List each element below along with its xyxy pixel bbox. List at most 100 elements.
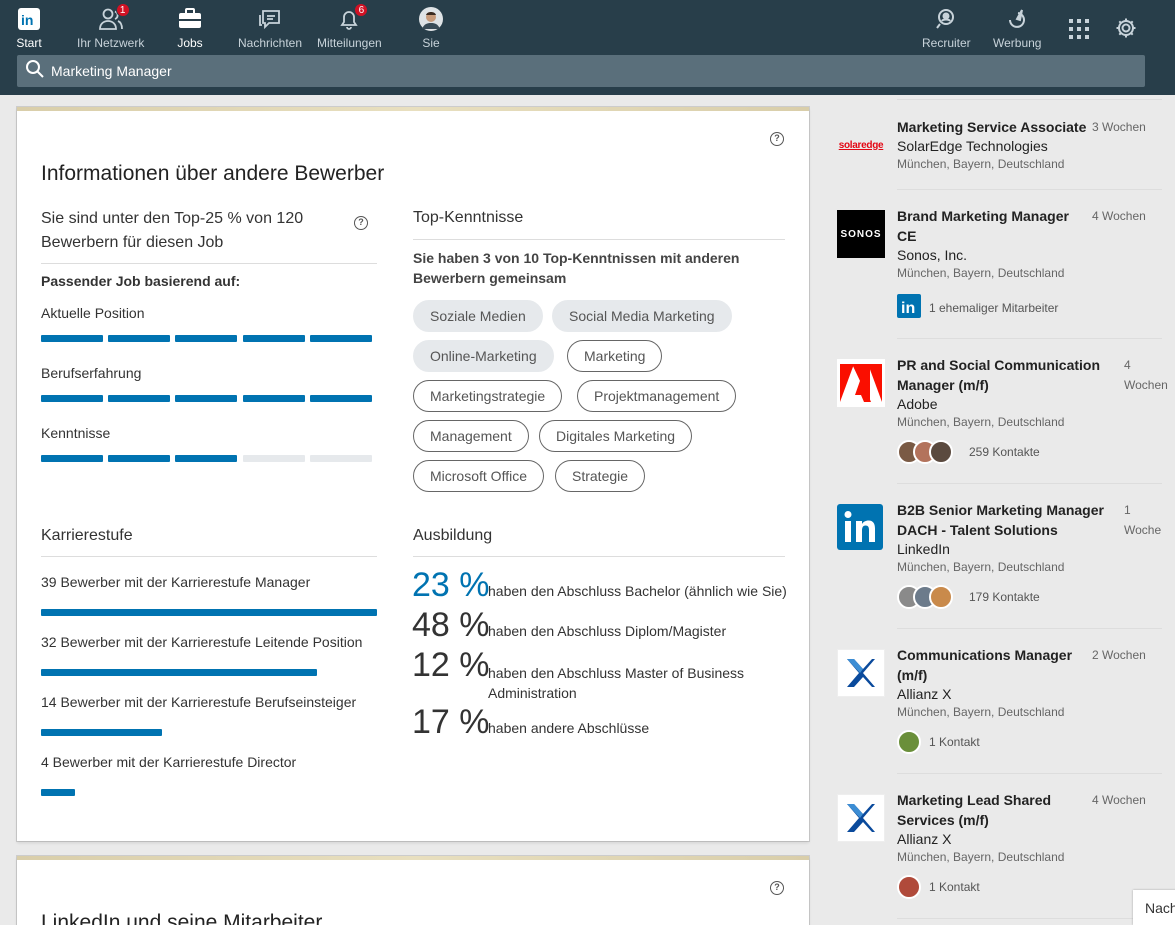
career-label-manager: 39 Bewerber mit der Karrierestufe Manage… (41, 574, 311, 590)
linkedin-logo-icon: in (16, 6, 42, 32)
svg-text:in: in (21, 12, 33, 28)
nav-me-label: Sie (422, 36, 440, 50)
skill-pill[interactable]: Microsoft Office (413, 460, 544, 492)
divider (413, 239, 785, 240)
match-label-skills: Kenntnisse (41, 425, 111, 441)
search-icon (25, 59, 45, 84)
nav-jobs[interactable]: Jobs (177, 6, 203, 50)
match-meter-segment (41, 335, 103, 342)
job-connection-text: 179 Kontakte (969, 590, 1040, 604)
career-label-entry: 14 Bewerber mit der Karrierestufe Berufs… (41, 694, 357, 710)
education-label-other: haben andere Abschlüsse (488, 720, 650, 736)
nav-network[interactable]: 1 Ihr Netzwerk (77, 3, 145, 50)
grid-icon (1066, 16, 1092, 42)
skill-pill[interactable]: Strategie (555, 460, 646, 492)
nav-advertising[interactable]: Werbung (993, 6, 1041, 50)
skill-pill[interactable]: Projektmanagement (577, 380, 737, 412)
nav-me[interactable]: Sie (418, 6, 444, 50)
match-meter-segment (175, 395, 238, 402)
match-meter-segment (242, 335, 305, 342)
match-label-position: Aktuelle Position (41, 305, 145, 321)
help-icon[interactable]: ? (770, 132, 784, 146)
sonos-logo: SONOS (837, 210, 885, 258)
rank-help-icon[interactable]: ? (354, 216, 368, 230)
career-label-senior: 32 Bewerber mit der Karrierestufe Leiten… (41, 634, 363, 650)
avatar (897, 730, 921, 754)
sonos-logo-text: SONOS (840, 228, 882, 240)
card-premium-accent (17, 856, 809, 860)
job-card[interactable]: SONOS Brand Marketing Manager CE 4 Woche… (837, 206, 1162, 326)
skills-heading: Top-Kenntnisse (413, 209, 524, 226)
job-connection-text: 1 Kontakt (929, 735, 980, 749)
job-company: LinkedIn (897, 541, 950, 557)
job-title[interactable]: Marketing Lead Shared Services (m/f) (897, 790, 1082, 830)
card-title: LinkedIn und seine Mitarbeiter (41, 911, 323, 925)
allianz-x-logo (837, 794, 885, 842)
card-premium-accent (17, 107, 809, 111)
job-card[interactable]: solaredge Marketing Service Associate 3 … (837, 117, 1162, 187)
job-card[interactable]: Communications Manager (m/f) 2 Wochen Al… (837, 645, 1162, 760)
divider (41, 263, 377, 264)
match-meter-segment (309, 335, 372, 342)
search-bar[interactable] (17, 55, 1145, 87)
match-meter-segment (41, 455, 103, 462)
skill-pill[interactable]: Soziale Medien (413, 300, 543, 332)
briefcase-icon (177, 6, 203, 32)
skill-pill[interactable]: Social Media Marketing (552, 300, 732, 332)
nav-notifications[interactable]: 6 Mitteilungen (317, 3, 382, 50)
help-icon[interactable]: ? (770, 881, 784, 895)
match-meter-segment (41, 395, 103, 402)
top-navigation: in Start 1 Ihr Netzwerk Jobs Nachrichten… (0, 0, 1175, 95)
nav-jobs-label: Jobs (177, 36, 203, 50)
nav-messages[interactable]: Nachrichten (238, 6, 302, 50)
skill-pill[interactable]: Management (413, 420, 529, 452)
education-label-bachelor: haben den Abschluss Bachelor (ähnlich wi… (488, 583, 787, 599)
job-title[interactable]: B2B Senior Marketing Manager DACH - Tale… (897, 500, 1112, 540)
messages-icon (257, 6, 283, 32)
divider (897, 628, 1162, 629)
nav-network-label: Ihr Netzwerk (77, 36, 145, 50)
avatar (418, 6, 444, 32)
bell-icon: 6 (336, 3, 369, 32)
job-title[interactable]: Marketing Service Associate (897, 117, 1092, 137)
avatar (929, 440, 953, 464)
skill-pill[interactable]: Marketingstrategie (413, 380, 563, 412)
recruiter-icon (933, 6, 959, 32)
job-connection-text: 259 Kontakte (969, 445, 1040, 459)
skill-pill[interactable]: Marketing (567, 340, 663, 372)
divider (413, 556, 785, 557)
adobe-logo (837, 359, 885, 407)
career-bar-entry (41, 729, 162, 736)
job-company: SolarEdge Technologies (897, 138, 1048, 154)
divider (897, 189, 1162, 190)
skill-pill[interactable]: Online-Marketing (413, 340, 554, 372)
applicant-insights-card: ? Informationen über andere Bewerber Sie… (17, 107, 809, 841)
career-bar-senior (41, 669, 317, 676)
match-meter-segment (309, 395, 372, 402)
solaredge-logo: solaredge (837, 121, 885, 169)
nav-start[interactable]: in Start (16, 6, 42, 50)
nav-recruiter[interactable]: Recruiter (922, 6, 971, 50)
job-company: Adobe (897, 396, 938, 412)
allianz-x-logo (837, 649, 885, 697)
divider (897, 773, 1162, 774)
search-input[interactable] (51, 63, 1051, 79)
job-title[interactable]: PR and Social Communication Manager (m/f… (897, 355, 1112, 395)
education-label-diploma: haben den Abschluss Diplom/Magister (488, 623, 727, 639)
job-card[interactable]: PR and Social Communication Manager (m/f… (837, 355, 1168, 470)
job-card[interactable]: B2B Senior Marketing Manager DACH - Tale… (837, 500, 1162, 615)
skill-pill[interactable]: Digitales Marketing (539, 420, 693, 452)
nav-messages-label: Nachrichten (238, 36, 303, 50)
job-company: Allianz X (897, 686, 952, 702)
job-title[interactable]: Communications Manager (m/f) (897, 645, 1082, 685)
job-card[interactable]: Marketing Lead Shared Services (m/f) 4 W… (837, 790, 1162, 905)
messaging-tab[interactable]: Nach (1133, 890, 1175, 925)
nav-recruiter-label: Recruiter (922, 36, 971, 50)
compass-icon (1004, 6, 1030, 32)
job-title[interactable]: Brand Marketing Manager CE (897, 206, 1077, 246)
apps-grid-button[interactable] (1066, 16, 1092, 42)
linkedin-company-logo (837, 504, 883, 550)
nav-notifications-badge: 6 (354, 3, 369, 17)
career-bar-director (41, 789, 75, 796)
settings-button[interactable] (1113, 15, 1139, 41)
